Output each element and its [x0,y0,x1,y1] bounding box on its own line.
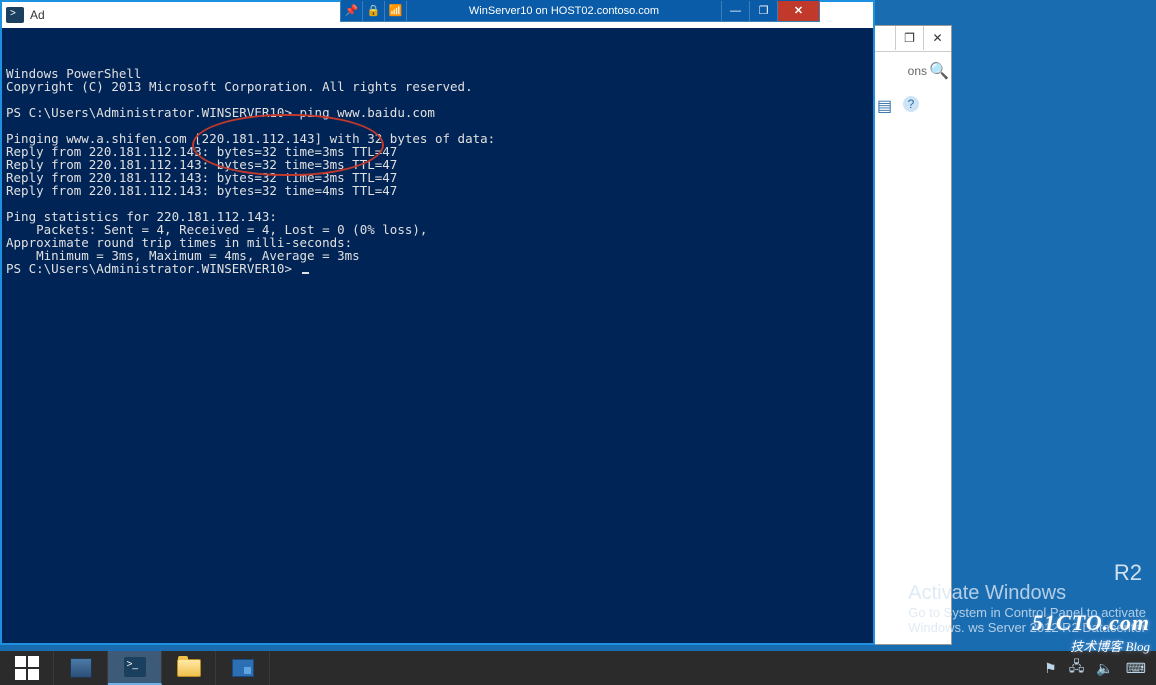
taskbar-server-manager[interactable] [54,651,108,685]
server-manager-icon [70,658,92,678]
input-lang-icon[interactable]: ⌨ [1126,660,1146,677]
srvmgr-search-fragment: ons [908,64,927,78]
console-line: Copyright (C) 2013 Microsoft Corporation… [6,81,869,94]
edition-r2: R2 [1114,560,1142,586]
lock-icon: 🔒 [363,1,385,21]
pin-icon[interactable]: 📌 [341,1,363,21]
dashboard-icon [232,659,254,677]
taskbar-dashboard[interactable] [216,651,270,685]
powershell-console[interactable]: Windows PowerShellCopyright (C) 2013 Mic… [2,28,873,643]
vm-restore-button[interactable]: ❐ [749,1,777,21]
help-icon[interactable]: ? [903,96,919,112]
taskbar-powershell[interactable] [108,651,162,685]
vm-minimize-button[interactable]: — [721,1,749,21]
volume-icon[interactable]: 🔈 [1096,660,1113,677]
taskbar: ⚑ 🖧 🔈 ⌨ [0,651,1156,685]
console-line: Reply from 220.181.112.143: bytes=32 tim… [6,185,869,198]
watermark-line1: 51CTO.com [1032,610,1150,636]
search-icon[interactable]: 🔍 [931,63,947,79]
srvmgr-close-button[interactable]: ✕ [923,26,951,50]
folder-icon [177,659,201,677]
srvmgr-restore-button[interactable]: ❐ [895,26,923,50]
system-tray: ⚑ 🖧 🔈 ⌨ [1034,651,1156,685]
vm-connection-bar: 📌 🔒 📶 WinServer10 on HOST02.contoso.com … [340,0,820,22]
cursor [302,272,309,274]
windows-logo-icon [15,656,39,680]
vm-close-button[interactable]: ✕ [777,1,819,21]
taskbar-explorer[interactable] [162,651,216,685]
network-icon[interactable]: 🖧 [1069,656,1085,680]
action-center-icon[interactable]: ⚑ [1044,660,1057,677]
blog-watermark: 51CTO.com 技术博客 Blog [1032,610,1150,655]
powershell-window: Ad Windows PowerShellCopyright (C) 2013 … [0,0,875,645]
console-line: PS C:\Users\Administrator.WINSERVER10> [6,263,869,276]
powershell-task-icon [124,657,146,677]
powershell-icon [6,7,24,23]
console-line: PS C:\Users\Administrator.WINSERVER10> p… [6,107,869,120]
signal-icon: 📶 [385,1,407,21]
srvmgr-view-icon[interactable]: ▤ [877,96,893,112]
server-manager-window: ❐ ✕ ons 🔍 ▤ ? [872,25,952,645]
vm-title: WinServer10 on HOST02.contoso.com [407,5,721,17]
start-button[interactable] [0,651,54,685]
